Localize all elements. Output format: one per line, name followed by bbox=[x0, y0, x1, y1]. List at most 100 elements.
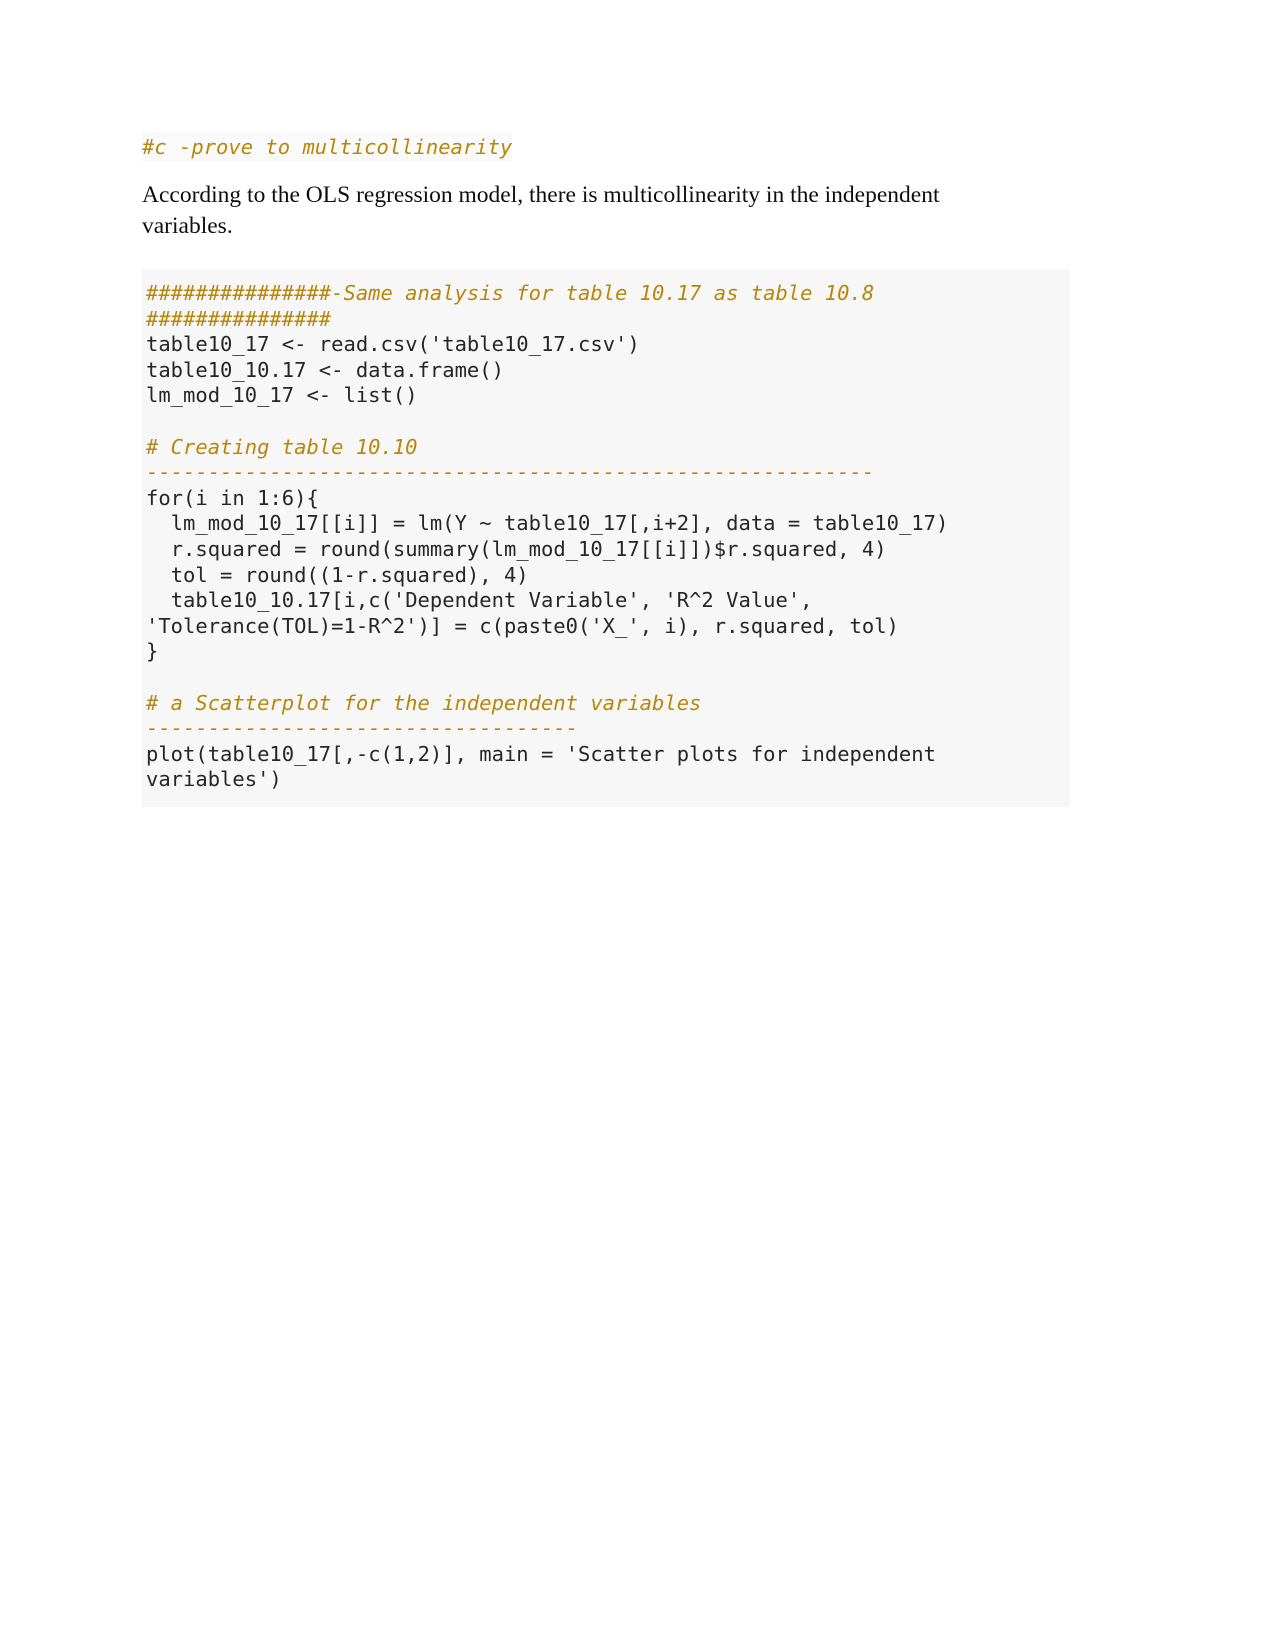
code-token-comment: ###############-Same analysis for table … bbox=[146, 281, 875, 305]
code-token-plain: (table10 bbox=[195, 741, 295, 766]
code-token-plain: (i bbox=[183, 485, 221, 510]
code-token-plain: r.squared), bbox=[355, 562, 504, 587]
code-token-plain: tol = bbox=[146, 562, 245, 587]
code-token-number: _17 bbox=[590, 511, 628, 536]
code-token-operator: - bbox=[355, 741, 369, 766]
code-token-comment: ############### bbox=[146, 306, 332, 331]
code-token-plain: ( bbox=[417, 332, 430, 357]
code-token-plain: table10 bbox=[146, 357, 233, 382]
code-token-function: read.csv bbox=[318, 332, 418, 357]
code-token-plain: , bbox=[405, 741, 418, 766]
code-token-function: lm bbox=[417, 511, 443, 536]
code-token-plain: (( bbox=[306, 562, 332, 587]
code-token-plain: [[i]] = bbox=[318, 511, 418, 536]
code-token-plain: table10 bbox=[491, 511, 591, 536]
code-token-plain: ) bbox=[874, 536, 887, 561]
code-token-plain: [i, bbox=[331, 588, 369, 613]
code-token-plain: , i), r.squared, tol) bbox=[639, 613, 899, 638]
code-token-operator: + bbox=[664, 511, 677, 536]
code-token-plain: ], bbox=[689, 511, 727, 536]
code-token-operator: - bbox=[343, 562, 356, 587]
code-token-plain: ){ bbox=[294, 485, 319, 510]
code-content: ###############-Same analysis for table … bbox=[142, 281, 1070, 793]
code-token-number: 2 bbox=[417, 741, 430, 766]
code-token-plain: table10 bbox=[146, 332, 233, 357]
code-token-plain: ( bbox=[578, 613, 591, 638]
code-line: for(i in 1:6){ bbox=[146, 486, 1066, 512]
body-paragraph: According to the OLS regression model, t… bbox=[142, 182, 940, 239]
code-token-plain: (Y bbox=[442, 511, 480, 536]
code-line: ###############-Same analysis for table … bbox=[146, 281, 1066, 307]
code-token-number: _17 bbox=[294, 741, 332, 766]
code-line: r.squared = round(summary(lm_mod_10_17[[… bbox=[146, 537, 1066, 563]
code-line: } bbox=[146, 639, 1066, 665]
code-token-plain: ( bbox=[380, 536, 393, 561]
code-token-plain: [,i bbox=[627, 511, 665, 536]
code-line: lm_mod_10_17[[i]] = lm(Y ~ table10_17[,i… bbox=[146, 511, 1066, 537]
code-token-number: _10.17 bbox=[257, 588, 332, 613]
code-token-plain: (lm_mod bbox=[479, 536, 566, 561]
document-page: #c -prove to multicollinearity According… bbox=[0, 0, 1275, 1651]
code-token-plain: ) bbox=[935, 511, 949, 536]
code-token-plain: [[i]]) bbox=[639, 536, 714, 561]
code-token-function: c bbox=[368, 741, 381, 766]
code-token-plain: r.squared, bbox=[726, 536, 862, 561]
code-token-function: round bbox=[244, 562, 307, 587]
code-token-plain: ) bbox=[627, 332, 640, 357]
code-token-operator: ~ bbox=[479, 511, 492, 536]
code-token-plain: ( bbox=[491, 613, 504, 638]
code-token-string: 'Tolerance(TOL)=1-R^2' bbox=[146, 613, 418, 638]
code-token-plain: r.squared = bbox=[146, 536, 319, 561]
code-token-number: _10_17 bbox=[244, 511, 319, 536]
code-token-plain: () bbox=[479, 357, 504, 382]
code-line: table10_10.17[i,c('Dependent Variable', … bbox=[146, 588, 1066, 639]
code-line: lm_mod_10_17 <- list() bbox=[146, 383, 1066, 409]
code-token-number: 1 bbox=[392, 741, 406, 766]
code-token-string: 'X_' bbox=[590, 613, 640, 638]
code-token-function: list bbox=[343, 383, 393, 408]
code-token-number: 1 bbox=[257, 485, 270, 510]
code-token-comment: ----------------------------------------… bbox=[146, 460, 875, 485]
code-line: ----------------------------------------… bbox=[146, 460, 1066, 486]
code-token-plain: = bbox=[528, 741, 566, 766]
code-token-plain: [, bbox=[331, 741, 356, 766]
code-token-plain: lm_mod bbox=[146, 511, 245, 536]
code-token-plain: lm_mod bbox=[146, 383, 221, 408]
code-token-number: _17 bbox=[232, 332, 270, 357]
code-token-plain: )], bbox=[429, 741, 480, 766]
code-token-plain: <- bbox=[269, 332, 319, 357]
code-line: table10_17 <- read.csv('table10_17.csv') bbox=[146, 332, 1066, 358]
code-token-plain: } bbox=[146, 639, 159, 664]
code-line: ############### bbox=[146, 307, 1066, 333]
code-token-number: 1 bbox=[331, 562, 344, 587]
code-token-function: paste0 bbox=[503, 613, 578, 638]
code-line: tol = round((1-r.squared), 4) bbox=[146, 563, 1066, 589]
code-line: # Creating table 10.10 bbox=[146, 435, 1066, 461]
code-token-plain: <- bbox=[306, 357, 356, 382]
document-content: #c -prove to multicollinearity According… bbox=[142, 132, 1072, 807]
code-token-plain: , bbox=[639, 588, 665, 613]
code-token-comment: ----------------------------------- bbox=[146, 716, 578, 741]
code-token-string: 'table10_17.csv' bbox=[429, 332, 628, 357]
code-token-plain: , bbox=[800, 588, 813, 613]
code-token-argument: data bbox=[726, 511, 776, 536]
code-token-number: 4 bbox=[861, 536, 875, 561]
code-token-function: for bbox=[146, 485, 184, 510]
code-token-comment: # a Scatterplot for the independent vari… bbox=[146, 690, 702, 715]
code-token-function: in bbox=[220, 485, 245, 510]
code-token-function: data.frame bbox=[355, 357, 480, 382]
code-token-number: _10.17 bbox=[232, 357, 307, 382]
code-line: # a Scatterplot for the independent vari… bbox=[146, 691, 1066, 717]
code-token-function: summary bbox=[392, 536, 480, 561]
heading-comment-line: #c -prove to multicollinearity bbox=[142, 132, 513, 162]
code-token-number: _10_17 bbox=[565, 536, 640, 561]
code-token-function: c bbox=[368, 588, 381, 613]
code-token-function: c bbox=[479, 613, 492, 638]
code-token-operator: $ bbox=[713, 536, 727, 561]
code-token-string: 'R^2 Value' bbox=[664, 588, 801, 613]
code-token-number: _10_17 bbox=[220, 383, 295, 408]
code-line: ----------------------------------- bbox=[146, 716, 1066, 742]
code-token-comment: # Creating table 10.10 bbox=[146, 434, 418, 459]
